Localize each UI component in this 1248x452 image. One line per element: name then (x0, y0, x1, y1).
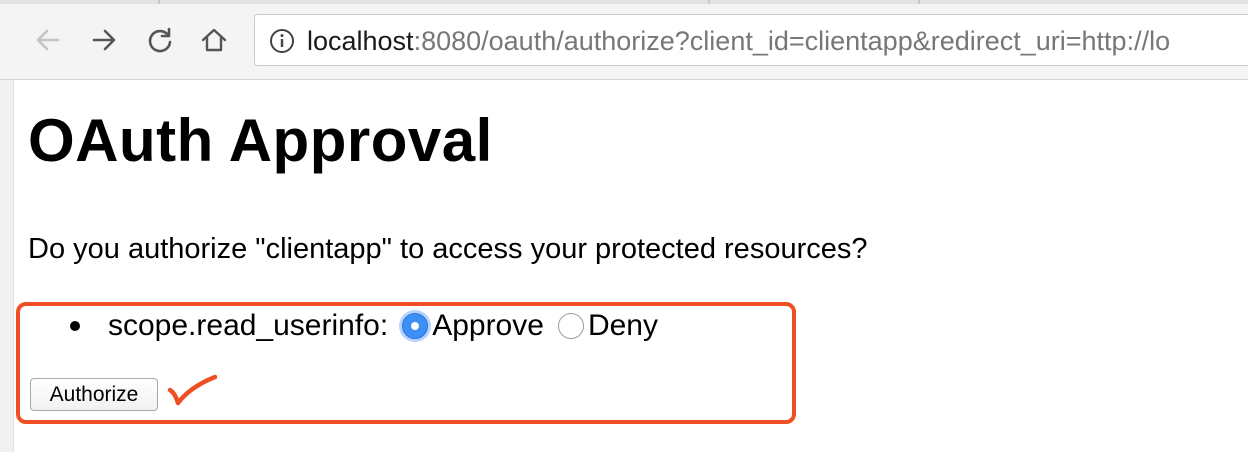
tab-strip (0, 0, 1248, 4)
reload-icon (148, 27, 172, 53)
home-button[interactable] (196, 22, 232, 58)
tab-divider (708, 0, 710, 4)
authorization-question: Do you authorize "clientapp" to access y… (28, 233, 868, 265)
forward-arrow-icon (92, 29, 116, 51)
address-bar[interactable]: localhost:8080/oauth/authorize?client_id… (254, 14, 1248, 66)
home-icon (201, 28, 227, 52)
page-title: OAuth Approval (28, 107, 493, 174)
annotation-highlight-box (16, 302, 796, 424)
back-button[interactable] (30, 22, 66, 58)
url-path: :8080/oauth/authorize?client_id=clientap… (413, 26, 1171, 56)
tab-divider (918, 0, 920, 4)
tab-divider (158, 0, 160, 4)
info-icon[interactable] (269, 28, 295, 54)
url-text[interactable]: localhost:8080/oauth/authorize?client_id… (307, 24, 1170, 58)
forward-button[interactable] (86, 22, 122, 58)
url-host: localhost (307, 26, 414, 56)
checkmark-icon (167, 374, 218, 406)
back-arrow-icon (36, 29, 60, 51)
reload-button[interactable] (142, 22, 178, 58)
window-edge (0, 80, 14, 452)
browser-toolbar: localhost:8080/oauth/authorize?client_id… (0, 0, 1248, 80)
